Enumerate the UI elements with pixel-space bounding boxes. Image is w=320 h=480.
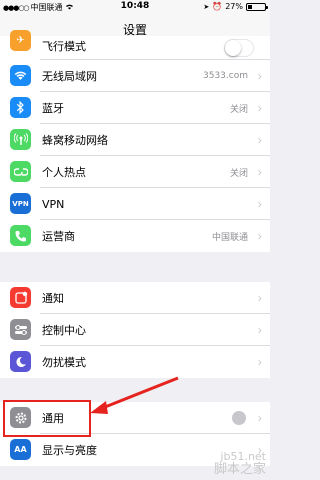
watermark: jb51.net 脚本之家 xyxy=(214,450,266,476)
annotation-arrow xyxy=(90,376,179,414)
watermark-line-2: 脚本之家 xyxy=(213,462,266,477)
